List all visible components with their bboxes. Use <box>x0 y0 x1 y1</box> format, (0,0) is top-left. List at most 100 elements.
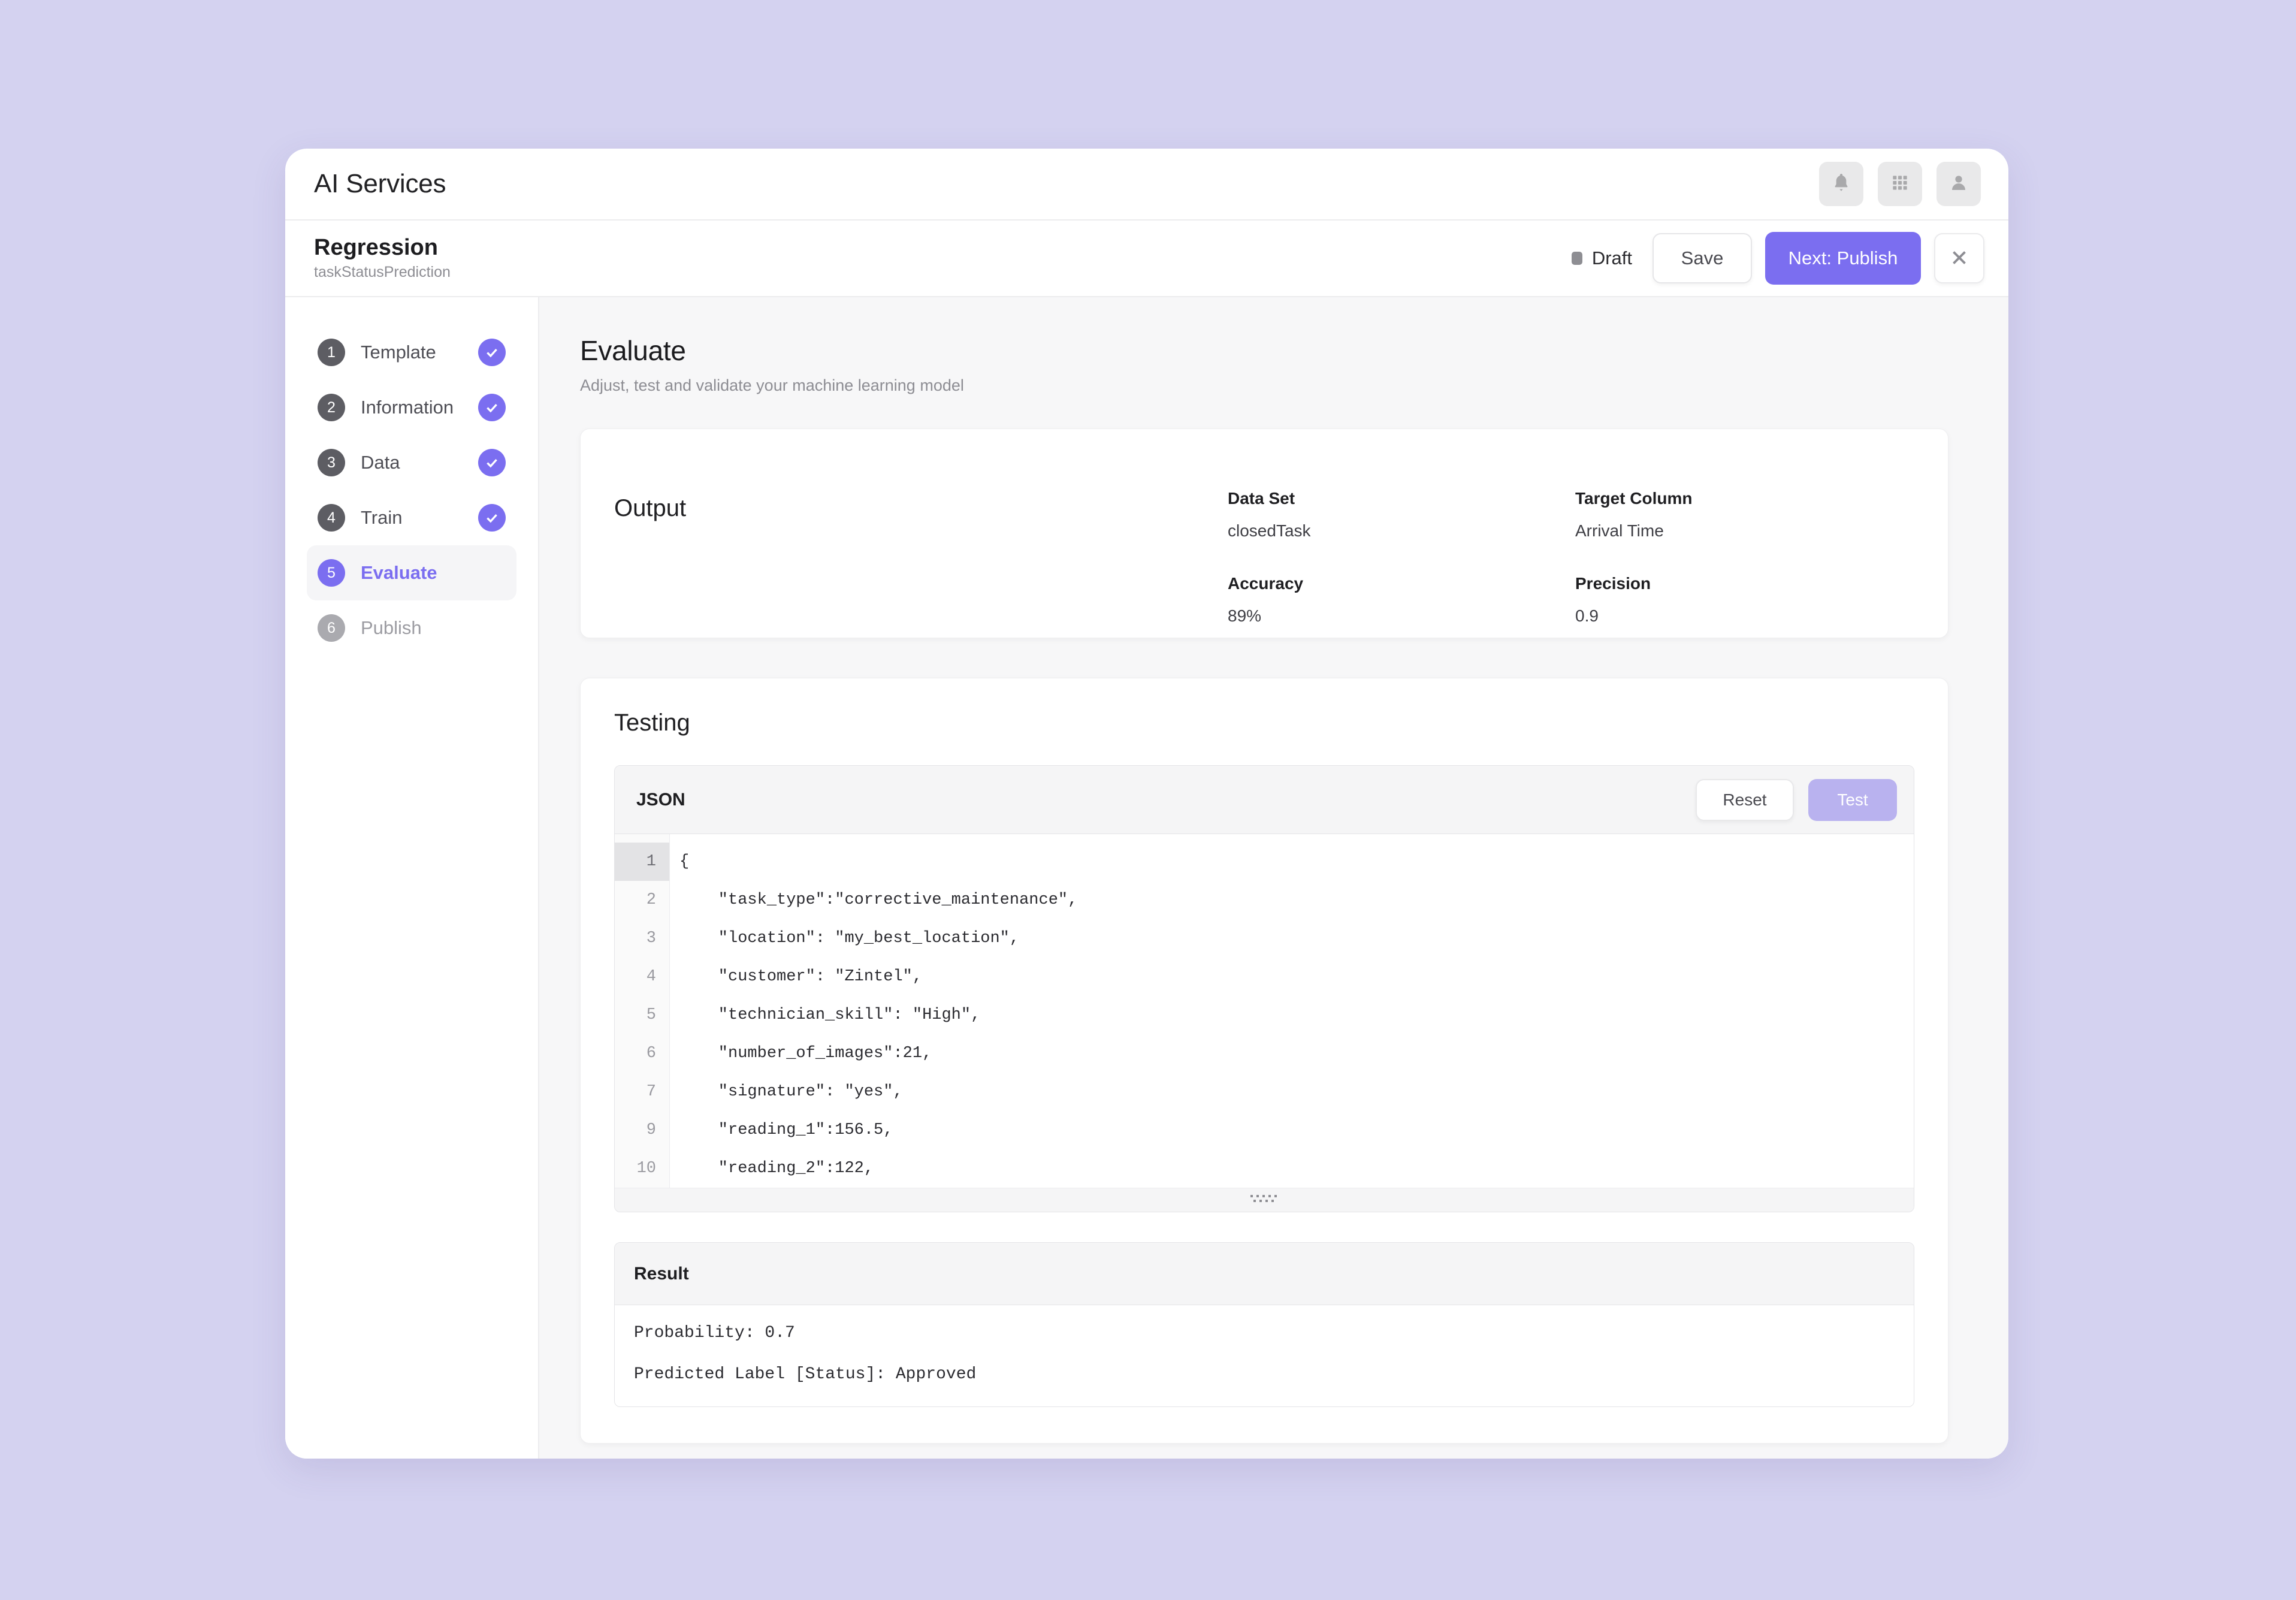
step-number: 5 <box>318 559 345 587</box>
line-number-gutter: 1 2 3 4 5 6 7 9 10 <box>615 834 670 1188</box>
status-label: Draft <box>1591 247 1632 268</box>
line-number: 5 <box>646 1006 656 1024</box>
result-label: Result <box>634 1263 689 1284</box>
testing-card: Testing JSON Reset Test 1 2 3 4 5 6 7 9 … <box>580 678 1948 1444</box>
code-line: "location": "my_best_location", <box>679 929 1020 947</box>
reset-button[interactable]: Reset <box>1696 778 1794 821</box>
result-body: Probability: 0.7 Predicted Label [Status… <box>615 1305 1914 1406</box>
sidebar-step-data[interactable]: 3 Data <box>307 435 516 490</box>
grid-apps-icon <box>1888 171 1912 198</box>
output-field-accuracy: Accuracy 89% <box>1228 574 1575 626</box>
top-bar-actions <box>1819 162 1981 206</box>
step-label: Information <box>361 397 454 418</box>
testing-title: Testing <box>614 710 690 736</box>
sub-header: Regression taskStatusPrediction Draft Sa… <box>285 221 2008 297</box>
result-line-predicted-label: Predicted Label [Status]: Approved <box>634 1365 977 1384</box>
json-editor-buttons: Reset Test <box>1696 778 1897 821</box>
code-line: "number_of_images":21, <box>679 1044 932 1062</box>
status-dot-icon <box>1571 252 1582 265</box>
result-panel: Result Probability: 0.7 Predicted Label … <box>614 1242 1914 1407</box>
field-value: 0.9 <box>1575 606 1599 625</box>
output-label: Output <box>614 495 687 521</box>
save-button[interactable]: Save <box>1652 233 1752 283</box>
json-label: JSON <box>636 789 685 810</box>
step-number: 1 <box>318 339 345 366</box>
apps-button[interactable] <box>1878 162 1922 206</box>
model-name: taskStatusPrediction <box>314 264 451 281</box>
sidebar-step-train[interactable]: 4 Train <box>307 490 516 545</box>
step-label: Data <box>361 452 400 473</box>
check-icon <box>478 339 506 366</box>
top-bar: AI Services <box>285 149 2008 221</box>
page-subtitle: Adjust, test and validate your machine l… <box>580 376 964 394</box>
line-number: 1 <box>615 843 669 881</box>
json-code-lines[interactable]: { "task_type":"corrective_maintenance", … <box>670 834 1914 1188</box>
field-key: Precision <box>1575 574 1651 593</box>
step-number: 3 <box>318 449 345 476</box>
code-line: "reading_1":156.5, <box>679 1121 893 1139</box>
step-label: Train <box>361 507 403 528</box>
output-card: Output Data Set closedTask Target Column… <box>580 428 1948 638</box>
user-account-icon <box>1947 171 1971 198</box>
app-window: AI Services Regression taskStatusPredict… <box>285 149 2008 1459</box>
step-label: Template <box>361 342 436 363</box>
step-number: 6 <box>318 614 345 642</box>
sidebar-step-template[interactable]: 1 Template <box>307 325 516 380</box>
test-button[interactable]: Test <box>1808 778 1897 821</box>
next-publish-button[interactable]: Next: Publish <box>1765 232 1921 285</box>
body: 1 Template 2 Information 3 Data 4 Train <box>285 297 2008 1459</box>
field-value: Arrival Time <box>1575 521 1664 540</box>
check-icon <box>478 504 506 532</box>
code-line: "reading_2":122, <box>679 1160 874 1178</box>
output-field-dataset: Data Set closedTask <box>1228 489 1575 541</box>
model-type-title: Regression <box>314 234 438 260</box>
output-field-precision: Precision 0.9 <box>1575 574 1923 626</box>
code-line: { <box>679 853 690 871</box>
model-identity: Regression taskStatusPrediction <box>314 234 451 282</box>
step-status-placeholder <box>478 614 506 642</box>
editor-resize-handle[interactable] <box>615 1188 1914 1212</box>
result-line-probability: Probability: 0.7 <box>634 1324 795 1342</box>
account-button[interactable] <box>1937 162 1981 206</box>
notifications-button[interactable] <box>1819 162 1863 206</box>
code-line: "signature": "yes", <box>679 1083 903 1101</box>
drag-dots-icon <box>1248 1193 1280 1207</box>
step-label: Evaluate <box>361 562 437 583</box>
result-header: Result <box>615 1243 1914 1305</box>
step-label: Publish <box>361 617 422 638</box>
code-line: "task_type":"corrective_maintenance", <box>679 891 1078 909</box>
step-status-placeholder <box>478 559 506 587</box>
check-icon <box>478 449 506 476</box>
bell-icon <box>1829 171 1853 198</box>
sidebar-step-information[interactable]: 2 Information <box>307 380 516 435</box>
code-line: "customer": "Zintel", <box>679 968 923 986</box>
output-metrics-grid: Data Set closedTask Target Column Arriva… <box>1228 489 1923 626</box>
field-value: closedTask <box>1228 521 1311 540</box>
json-code-area[interactable]: 1 2 3 4 5 6 7 9 10 { "task_type":"correc… <box>615 834 1914 1188</box>
line-number: 7 <box>646 1083 656 1101</box>
field-value: 89% <box>1228 606 1262 625</box>
step-number: 4 <box>318 504 345 532</box>
wizard-sidebar: 1 Template 2 Information 3 Data 4 Train <box>285 297 539 1459</box>
line-number: 4 <box>646 968 656 986</box>
line-number: 3 <box>646 929 656 947</box>
line-number: 10 <box>636 1160 656 1178</box>
page-title: Evaluate <box>580 335 686 366</box>
code-line: "technician_skill": "High", <box>679 1006 981 1024</box>
line-number: 9 <box>646 1121 656 1139</box>
step-number: 2 <box>318 394 345 421</box>
check-icon <box>478 394 506 421</box>
status-badge: Draft <box>1571 247 1632 269</box>
json-editor: JSON Reset Test 1 2 3 4 5 6 7 9 10 {"ta… <box>614 765 1914 1212</box>
sidebar-step-evaluate[interactable]: 5 Evaluate <box>307 545 516 600</box>
line-number: 2 <box>646 891 656 909</box>
json-editor-toolbar: JSON Reset Test <box>615 766 1914 834</box>
line-number: 6 <box>646 1044 656 1062</box>
sub-header-actions: Draft Save Next: Publish <box>1571 232 1984 285</box>
field-key: Accuracy <box>1228 574 1304 593</box>
close-button[interactable] <box>1934 233 1984 283</box>
sidebar-step-publish[interactable]: 6 Publish <box>307 600 516 656</box>
field-key: Data Set <box>1228 489 1295 508</box>
field-key: Target Column <box>1575 489 1693 508</box>
output-field-target-column: Target Column Arrival Time <box>1575 489 1923 541</box>
